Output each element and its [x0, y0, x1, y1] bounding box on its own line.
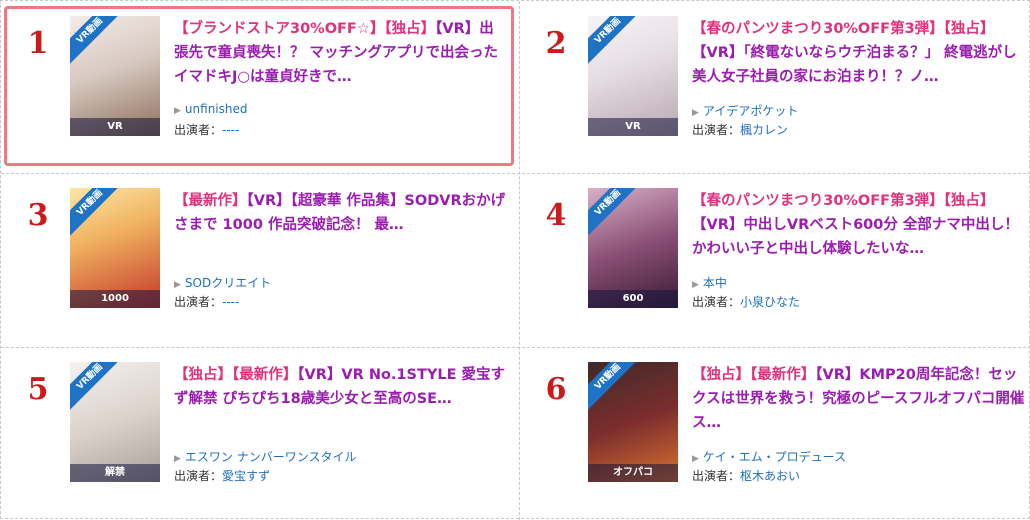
cast-name[interactable]: 愛宝すず: [222, 469, 270, 483]
product-title-link[interactable]: 【ブランドストア30%OFF☆】【独占】【VR】出張先で童貞喪失！？ マッチング…: [174, 17, 508, 89]
rank-number: 4: [545, 198, 567, 233]
title-tag: 【最新作】: [174, 193, 247, 209]
title-text: 【VR】「終電ないならウチ泊まる？」 終電逃がし美人女子社員の家にお泊まり！？ノ…: [692, 45, 1017, 85]
maker-link[interactable]: ▶ アイデアポケット: [692, 102, 798, 119]
thumbnail-caption: 600: [588, 290, 678, 308]
cast-label: 出演者：: [174, 295, 223, 309]
vr-badge: VR動画: [70, 16, 125, 66]
ranking-item[interactable]: 5 VR動画 解禁 【独占】【最新作】【VR】VR No.1STYLE 愛宝すず解禁 …: [4, 352, 514, 512]
chevron-right-icon: ▶: [692, 108, 699, 118]
rank-number: 5: [27, 372, 49, 407]
chevron-right-icon: ▶: [174, 106, 181, 116]
cast-row: 出演者：楓カレン: [692, 121, 788, 138]
maker-link[interactable]: ▶ エスワン ナンバーワンスタイル: [174, 448, 357, 465]
title-tag: 【春のパンツまつり30%OFF第3弾】: [692, 21, 944, 37]
vr-badge: VR動画: [588, 16, 643, 66]
cast-row: 出演者：枢木あおい: [692, 467, 800, 484]
row-divider: [1, 173, 1030, 174]
rank-number: 3: [27, 198, 49, 233]
cast-name[interactable]: 小泉ひなた: [740, 295, 800, 309]
maker-name: ケイ・エム・プロデュース: [702, 450, 847, 464]
cast-label: 出演者：: [174, 469, 223, 483]
product-title-link[interactable]: 【独占】【最新作】【VR】VR No.1STYLE 愛宝すず解禁 ぴちぴち18歳…: [174, 363, 508, 411]
vr-badge: VR動画: [70, 362, 125, 412]
chevron-right-icon: ▶: [174, 280, 181, 290]
cast-name[interactable]: 楓カレン: [740, 123, 788, 137]
cast-label: 出演者：: [692, 469, 741, 483]
maker-link[interactable]: ▶ ケイ・エム・プロデュース: [692, 448, 846, 465]
thumbnail-caption: VR: [70, 118, 160, 136]
thumbnail-caption: 1000: [70, 290, 160, 308]
ranking-item[interactable]: 4 VR動画 600 【春のパンツまつり30%OFF第3弾】【独占】【VR】中出しVR…: [522, 178, 1027, 338]
product-thumbnail[interactable]: VR動画 600: [588, 188, 678, 308]
title-tag: 【独占】: [943, 21, 995, 37]
cast-name: ----: [222, 295, 240, 309]
title-tag: 【独占】: [384, 21, 436, 37]
product-thumbnail[interactable]: VR動画解禁: [70, 362, 160, 482]
maker-link[interactable]: ▶ 本中: [692, 274, 727, 291]
product-thumbnail[interactable]: VR動画 VR: [70, 16, 160, 136]
row-divider: [1, 347, 1030, 348]
product-thumbnail[interactable]: VR動画 1000: [70, 188, 160, 308]
title-tag: 【独占】: [692, 367, 750, 383]
maker-name: unfinished: [184, 102, 248, 116]
cast-row: 出演者：----: [174, 121, 239, 138]
product-title-link[interactable]: 【春のパンツまつり30%OFF第3弾】【独占】【VR】「終電ないならウチ泊まる？…: [692, 17, 1026, 89]
vr-badge: VR動画: [588, 188, 643, 238]
cast-name[interactable]: 枢木あおい: [740, 469, 800, 483]
product-thumbnail[interactable]: VR動画 VR: [588, 16, 678, 136]
maker-name: エスワン ナンバーワンスタイル: [184, 450, 357, 464]
cast-label: 出演者：: [692, 295, 741, 309]
product-thumbnail[interactable]: VR動画オフパコ: [588, 362, 678, 482]
ranking-item[interactable]: 2 VR動画 VR 【春のパンツまつり30%OFF第3弾】【独占】【VR】「終電ないな…: [522, 6, 1027, 166]
title-tag: 【春のパンツまつり30%OFF第3弾】: [692, 193, 944, 209]
cast-label: 出演者：: [174, 123, 223, 137]
title-tag: 【最新作】: [750, 367, 816, 383]
maker-name: 本中: [702, 276, 727, 290]
chevron-right-icon: ▶: [692, 454, 699, 464]
cast-row: 出演者：----: [174, 293, 239, 310]
cast-row: 出演者：小泉ひなた: [692, 293, 800, 310]
rank-number: 6: [545, 372, 567, 407]
thumbnail-caption: VR: [588, 118, 678, 136]
thumbnail-caption: オフパコ: [588, 464, 678, 482]
maker-link[interactable]: ▶ SODクリエイト: [174, 274, 271, 291]
title-text: 【VR】中出しVRベスト600分 全部ナマ中出し！かわいい子と中出し体験したいな…: [692, 217, 1019, 257]
title-tag: 【ブランドストア30%OFF☆】: [174, 21, 385, 37]
chevron-right-icon: ▶: [692, 280, 699, 290]
rank-number: 1: [27, 26, 49, 61]
title-tag: 【独占】: [174, 367, 232, 383]
rank-number: 2: [545, 26, 567, 61]
ranking-item[interactable]: 3 VR動画 1000 【最新作】【VR】【超豪華 作品集】SODVRおかげさまで 1…: [4, 178, 514, 338]
title-tag: 【独占】: [943, 193, 995, 209]
maker-name: SODクリエイト: [184, 276, 272, 290]
ranking-item[interactable]: 6 VR動画 オフパコ 【独占】【最新作】【VR】KMP20周年記念！セックスは世界を…: [522, 352, 1027, 512]
title-tag: 【最新作】: [232, 367, 298, 383]
ranking-item[interactable]: 1 VR動画 VR 【ブランドストア30%OFF☆】【独占】【VR】出張先で童貞喪失！…: [4, 6, 514, 166]
column-divider: [519, 1, 520, 520]
thumbnail-caption: 解禁: [70, 464, 160, 482]
product-title-link[interactable]: 【春のパンツまつり30%OFF第3弾】【独占】【VR】中出しVRベスト600分 …: [692, 189, 1026, 261]
maker-name: アイデアポケット: [702, 104, 799, 118]
cast-label: 出演者：: [692, 123, 741, 137]
vr-badge: VR動画: [588, 362, 643, 412]
vr-badge: VR動画: [70, 188, 125, 238]
cast-name: ----: [222, 123, 240, 137]
cast-row: 出演者：愛宝すず: [174, 467, 270, 484]
product-title-link[interactable]: 【最新作】【VR】【超豪華 作品集】SODVRおかげさまで 1000 作品突破記…: [174, 189, 508, 237]
maker-link[interactable]: ▶ unfinished: [174, 102, 248, 116]
chevron-right-icon: ▶: [174, 454, 181, 464]
product-title-link[interactable]: 【独占】【最新作】【VR】KMP20周年記念！セックスは世界を救う！究極のピース…: [692, 363, 1026, 435]
